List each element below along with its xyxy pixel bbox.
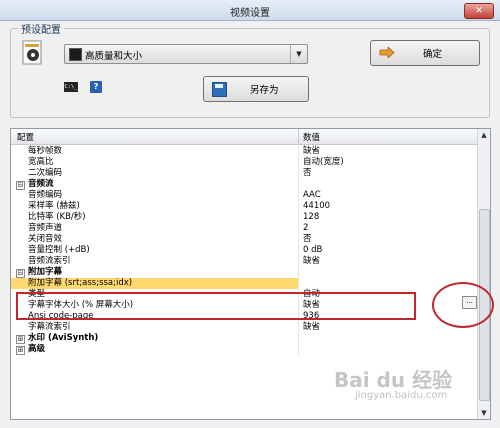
preset-selected-value: 高质量和大小 <box>85 51 143 62</box>
row-name: 比特率 (KB/秒) <box>28 212 86 222</box>
row-value[interactable]: 否 <box>303 234 312 245</box>
collapse-icon[interactable]: ⊟ <box>16 181 25 190</box>
cell-divider <box>298 333 299 344</box>
window-title: 视频设置 <box>230 8 270 19</box>
row-name: 采样率 (赫兹) <box>28 201 80 211</box>
grid-row[interactable]: 宽高比 自动(宽度) <box>11 157 477 168</box>
cell-divider <box>298 179 299 190</box>
row-value[interactable]: 2 <box>303 223 308 234</box>
cell-divider <box>298 201 299 212</box>
ok-button[interactable]: 确定 <box>370 40 480 66</box>
watermark-url: jingyan.baidu.com <box>355 390 448 401</box>
column-header-value[interactable]: 数值 <box>303 131 320 143</box>
save-as-label: 另存为 <box>250 85 279 96</box>
cell-divider <box>298 212 299 223</box>
row-value[interactable]: AAC <box>303 190 321 201</box>
row-name: 音频编码 <box>28 190 63 200</box>
close-icon: ✕ <box>475 6 483 16</box>
row-value[interactable]: 缺省 <box>303 146 320 157</box>
close-button[interactable]: ✕ <box>464 3 494 19</box>
row-name: 字幕流索引 <box>28 322 71 332</box>
title-bar: 视频设置 ✕ <box>0 0 500 21</box>
row-value[interactable]: 44100 <box>303 201 330 212</box>
grid-row[interactable]: 音量控制 (+dB) 0 dB <box>11 245 477 256</box>
grid-row[interactable]: 字幕流索引 缺省 <box>11 322 477 333</box>
row-name: 高级 <box>28 344 46 354</box>
grid-row[interactable]: 音频流索引 缺省 <box>11 256 477 267</box>
row-name: 音频声道 <box>28 223 63 233</box>
collapse-icon[interactable]: ⊟ <box>16 269 25 278</box>
grid-category-row[interactable]: ⊞ 水印 (AviSynth) <box>11 333 477 344</box>
grid-category-row[interactable]: ⊞ 高级 <box>11 344 477 355</box>
row-value[interactable]: 缺省 <box>303 256 320 267</box>
grid-row[interactable]: 采样率 (赫兹) 44100 <box>11 201 477 212</box>
cell-divider <box>298 146 299 157</box>
row-name: 关闭音效 <box>28 234 63 244</box>
preset-dropdown[interactable]: 高质量和大小 ▼ <box>64 44 308 64</box>
grid-row[interactable]: 音频编码 AAC <box>11 190 477 201</box>
floppy-disk-icon <box>212 82 227 97</box>
grid-category-row[interactable]: ⊟ 音频流 <box>11 179 477 190</box>
command-prompt-icon[interactable]: C:\_ <box>64 82 78 92</box>
watermark-logo: Bai du 经验 <box>334 368 453 392</box>
grid-header: 配置 数值 <box>11 129 477 145</box>
row-name: 附加字幕 (srt;ass;ssa;idx) <box>28 278 133 288</box>
vertical-scrollbar[interactable]: ▲ ▼ <box>477 129 490 419</box>
cell-divider <box>298 278 299 289</box>
grid-row[interactable]: 音频声道 2 <box>11 223 477 234</box>
cell-divider <box>298 190 299 201</box>
arrow-right-icon <box>379 47 395 58</box>
film-reel-icon <box>22 40 42 65</box>
cell-divider <box>298 168 299 179</box>
grid-category-row[interactable]: ⊟ 附加字幕 <box>11 267 477 278</box>
row-value[interactable]: 128 <box>303 212 319 223</box>
row-value[interactable]: 否 <box>303 168 312 179</box>
scroll-up-icon[interactable]: ▲ <box>478 129 490 141</box>
cell-divider <box>298 256 299 267</box>
film-icon <box>69 48 82 61</box>
row-name: 水印 (AviSynth) <box>28 333 99 343</box>
expand-icon[interactable]: ⊞ <box>16 346 25 355</box>
grid-row[interactable]: 关闭音效 否 <box>11 234 477 245</box>
column-header-config[interactable]: 配置 <box>17 131 34 143</box>
row-name: 音频流 <box>28 179 54 189</box>
annotation-highlight-circle <box>432 282 494 328</box>
scroll-down-icon[interactable]: ▼ <box>478 407 490 419</box>
row-value[interactable]: 缺省 <box>303 322 320 333</box>
cell-divider <box>298 322 299 333</box>
row-name: 每秒帧数 <box>28 146 63 156</box>
cell-divider <box>298 245 299 256</box>
row-name: 二次编码 <box>28 168 63 178</box>
grid-row[interactable]: 二次编码 否 <box>11 168 477 179</box>
ok-button-label: 确定 <box>423 49 443 60</box>
row-name: 音量控制 (+dB) <box>28 245 90 255</box>
grid-row[interactable]: 比特率 (KB/秒) 128 <box>11 212 477 223</box>
expand-icon[interactable]: ⊞ <box>16 335 25 344</box>
row-value[interactable]: 自动(宽度) <box>303 157 344 168</box>
cell-divider <box>298 234 299 245</box>
row-name: 宽高比 <box>28 157 54 167</box>
cell-divider <box>298 223 299 234</box>
grid-row[interactable]: 附加字幕 (srt;ass;ssa;idx) <box>11 278 477 289</box>
help-icon[interactable]: ? <box>90 81 102 93</box>
cell-divider <box>298 157 299 168</box>
cell-divider <box>298 267 299 278</box>
annotation-highlight-rect <box>16 292 416 320</box>
preset-group-label: 预设配置 <box>18 21 64 36</box>
grid-row[interactable]: 每秒帧数 缺省 <box>11 146 477 157</box>
row-name: 附加字幕 <box>28 267 63 277</box>
save-as-button[interactable]: 另存为 <box>203 76 309 102</box>
chevron-down-icon[interactable]: ▼ <box>290 45 307 63</box>
column-divider[interactable] <box>298 129 299 144</box>
row-value[interactable]: 0 dB <box>303 245 322 256</box>
cell-divider <box>298 344 299 355</box>
row-name: 音频流索引 <box>28 256 71 266</box>
